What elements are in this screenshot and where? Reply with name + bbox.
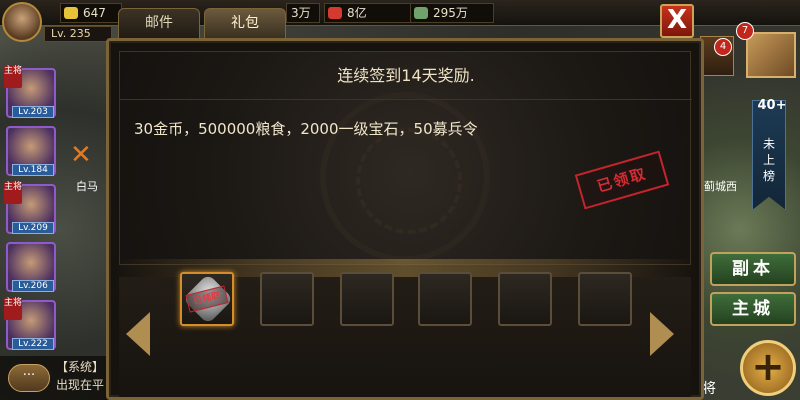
hero-role-badge: 主将 xyxy=(4,66,22,88)
world-map-icon[interactable] xyxy=(746,32,796,78)
hero-card[interactable]: Lv.206 xyxy=(6,242,56,292)
gift-slot[interactable] xyxy=(498,272,552,326)
coin-resource: 3万 xyxy=(286,3,320,23)
reward-list: 30金币，500000粮食，2000一级宝石，50募兵令 xyxy=(134,120,478,138)
gold-resource: 647 xyxy=(60,3,122,23)
food-icon xyxy=(328,7,342,19)
rank-status: 未上榜 xyxy=(762,137,775,183)
gift-slot[interactable] xyxy=(418,272,472,326)
chat-message[interactable]: 【系统】 出现在平 xyxy=(56,358,104,394)
player-level: Lv. 235 xyxy=(44,26,112,42)
notification-badge: 4 xyxy=(714,38,732,56)
arrow-right-icon[interactable] xyxy=(650,312,674,356)
dungeon-button[interactable]: 副本 xyxy=(710,252,796,286)
map-city-label: 白马 xyxy=(76,180,98,193)
hero-level: Lv.222 xyxy=(12,338,54,350)
hero-card[interactable]: 主将 Lv.203 xyxy=(4,66,56,118)
gold-ingot-icon xyxy=(64,7,78,19)
claimed-stamp: 已领取 xyxy=(574,150,670,210)
player-avatar[interactable] xyxy=(2,2,42,42)
tab-gift[interactable]: 礼包 xyxy=(204,8,286,38)
arrow-left-icon[interactable] xyxy=(126,312,150,356)
rank-number: 40+ xyxy=(757,98,787,113)
crossed-swords-icon[interactable]: ✕ xyxy=(70,140,92,170)
hero-role-badge: 主将 xyxy=(4,182,22,204)
general-label: 将 xyxy=(702,381,716,397)
close-button[interactable]: X xyxy=(660,4,694,38)
hero-level: Lv.184 xyxy=(12,164,54,176)
hero-level: Lv.203 xyxy=(12,106,54,118)
expand-menu-button[interactable]: + xyxy=(740,340,796,396)
hero-card[interactable]: 主将 Lv.209 xyxy=(4,182,56,234)
gift-slot[interactable] xyxy=(578,272,632,326)
hero-role-badge: 主将 xyxy=(4,298,22,320)
reward-detail: 连续签到14天奖励. 30金币，500000粮食，2000一级宝石，50募兵令 … xyxy=(119,51,692,265)
food-resource: 8亿 xyxy=(324,3,416,23)
reward-title: 连续签到14天奖励. xyxy=(120,52,692,100)
stone-icon xyxy=(414,7,428,19)
game-screen: Lv. 235 647 3万 8亿 295万 主将 Lv.203 Lv.184 … xyxy=(0,0,800,400)
hero-card[interactable]: Lv.184 xyxy=(6,126,56,176)
gift-panel: 连续签到14天奖励. 30金币，500000粮食，2000一级宝石，50募兵令 … xyxy=(106,38,704,400)
gift-slot[interactable] xyxy=(340,272,394,326)
notification-badge: 7 xyxy=(736,22,754,40)
gift-slot[interactable]: 已领取 xyxy=(180,272,234,326)
stone-resource: 295万 xyxy=(410,3,494,23)
hero-level: Lv.206 xyxy=(12,280,54,292)
hero-card[interactable]: 主将 Lv.222 xyxy=(4,298,56,350)
hero-level: Lv.209 xyxy=(12,222,54,234)
tab-mail[interactable]: 邮件 xyxy=(118,8,200,38)
chat-bubble-icon[interactable]: ··· xyxy=(8,364,50,392)
main-city-button[interactable]: 主城 xyxy=(710,292,796,326)
map-city-label: 蓟城西 xyxy=(704,180,737,193)
gift-slot[interactable] xyxy=(260,272,314,326)
